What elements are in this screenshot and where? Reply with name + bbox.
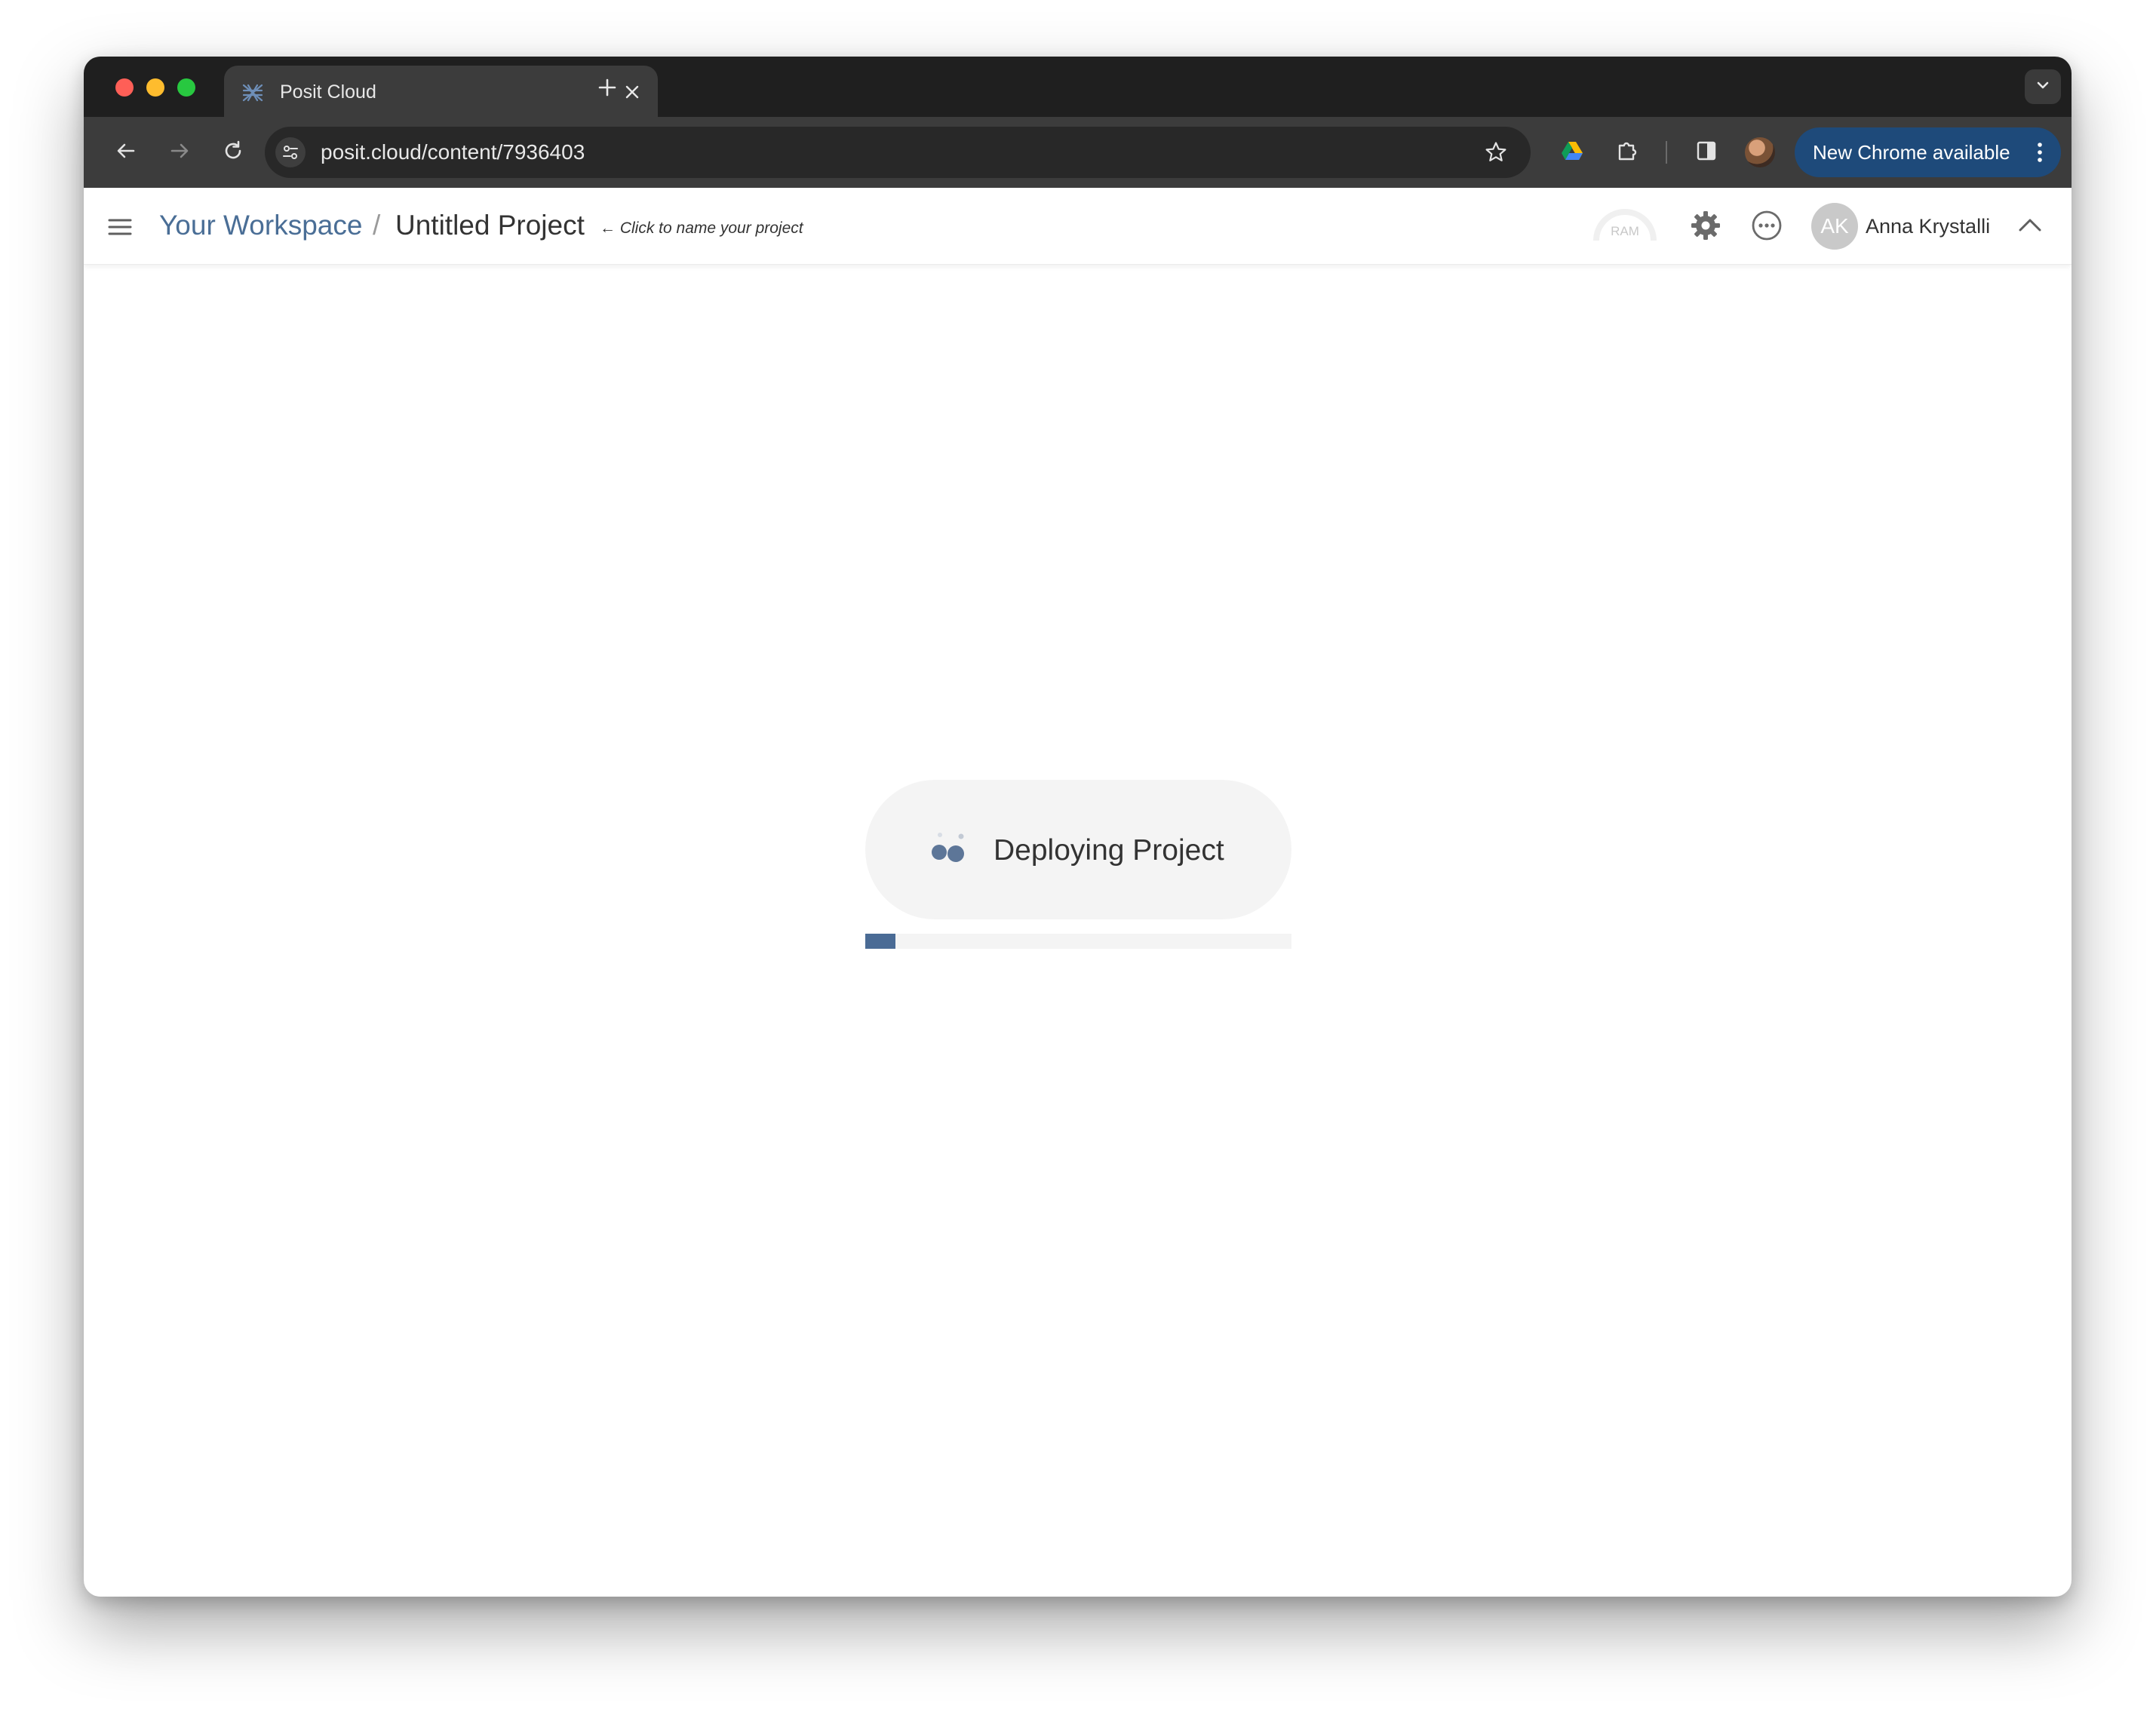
ram-label: RAM — [1611, 224, 1639, 238]
deploy-status-panel: Deploying Project — [865, 780, 1291, 919]
arrow-left-icon — [115, 140, 137, 166]
chevron-up-icon — [2016, 212, 2044, 243]
toolbar-divider — [1666, 141, 1667, 164]
tab-title: Posit Cloud — [280, 81, 376, 103]
project-title[interactable]: Untitled Project — [395, 209, 585, 242]
user-name[interactable]: Anna Krystalli — [1866, 214, 1990, 238]
arrow-right-icon — [168, 140, 191, 166]
tab-search-button[interactable] — [2025, 69, 2061, 104]
address-bar[interactable]: posit.cloud/content/7936403 — [265, 127, 1531, 178]
deploy-progress-fill — [865, 934, 895, 949]
maximize-window-button[interactable] — [177, 78, 195, 97]
gear-icon — [1689, 209, 1722, 246]
google-drive-extension[interactable] — [1554, 134, 1590, 170]
app-header: Your Workspace / Untitled Project ← Clic… — [84, 188, 2072, 265]
deploy-status-label: Deploying Project — [994, 834, 1224, 867]
collapse-header-button[interactable] — [2013, 210, 2047, 244]
project-name-hint: ← Click to name your project — [600, 219, 803, 237]
ram-gauge[interactable]: RAM — [1589, 204, 1660, 244]
puzzle-icon — [1615, 139, 1639, 167]
more-options-button[interactable] — [1749, 209, 1785, 245]
update-button-label: New Chrome available — [1813, 141, 2010, 164]
browser-window: Posit Cloud posit.cloud/content/7936403 … — [84, 57, 2072, 1597]
reload-button[interactable] — [215, 134, 251, 170]
browser-toolbar: posit.cloud/content/7936403 New Chrome a… — [84, 117, 2072, 188]
tab-strip: Posit Cloud — [84, 57, 2072, 117]
plus-icon — [597, 78, 617, 101]
breadcrumb-workspace-link[interactable]: Your Workspace — [159, 209, 362, 242]
minimize-window-button[interactable] — [146, 78, 164, 97]
back-button[interactable] — [108, 134, 144, 170]
side-panel-icon — [1695, 140, 1718, 166]
side-panel-button[interactable] — [1688, 134, 1724, 170]
avatar[interactable]: AK — [1811, 203, 1858, 250]
deploy-progress-bar — [865, 934, 1291, 949]
breadcrumb-separator: / — [373, 210, 381, 241]
extensions-button[interactable] — [1609, 134, 1645, 170]
tune-icon[interactable] — [275, 137, 306, 167]
new-tab-button[interactable] — [591, 73, 623, 105]
forward-button[interactable] — [161, 134, 198, 170]
url-text: posit.cloud/content/7936403 — [321, 140, 585, 164]
settings-button[interactable] — [1688, 209, 1724, 245]
profile-avatar-icon[interactable] — [1745, 137, 1775, 167]
star-icon[interactable] — [1481, 137, 1511, 167]
chevron-down-icon — [2035, 77, 2051, 97]
new-chrome-available-button[interactable]: New Chrome available — [1795, 127, 2061, 177]
posit-logo-icon — [241, 81, 265, 105]
close-window-button[interactable] — [115, 78, 134, 97]
loading-dots-icon — [929, 828, 974, 873]
kebab-menu-icon[interactable] — [2034, 140, 2046, 164]
hamburger-icon[interactable] — [106, 213, 134, 241]
reload-icon — [222, 140, 244, 166]
more-horizontal-icon — [1750, 209, 1783, 246]
google-drive-icon — [1561, 140, 1583, 165]
